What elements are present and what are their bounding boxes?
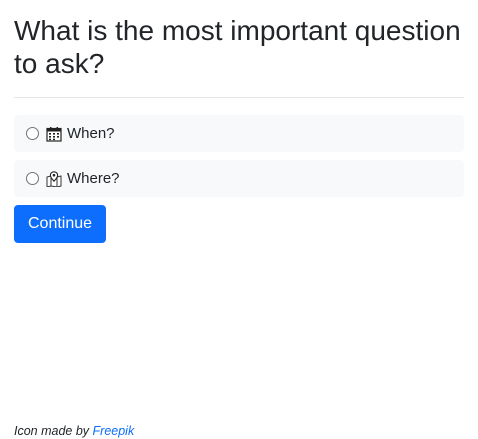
map-pin-icon [46,170,62,187]
options-list: When? Where? [14,115,464,197]
calendar-icon [46,126,62,142]
freepik-link[interactable]: Freepik [93,424,135,438]
divider [14,97,464,98]
option-where[interactable]: Where? [14,160,464,197]
continue-button[interactable]: Continue [14,205,107,243]
question-title: What is the most important question to a… [14,15,461,79]
icon-credit: Icon made by Freepik [14,424,134,438]
option-where-radio[interactable] [26,172,39,185]
option-where-label: Where? [67,170,120,187]
option-when-radio[interactable] [26,127,39,140]
page: What is the most important question to a… [0,0,478,439]
icon-credit-prefix: Icon made by [14,424,90,438]
option-when[interactable]: When? [14,115,464,152]
option-when-label: When? [67,125,115,142]
